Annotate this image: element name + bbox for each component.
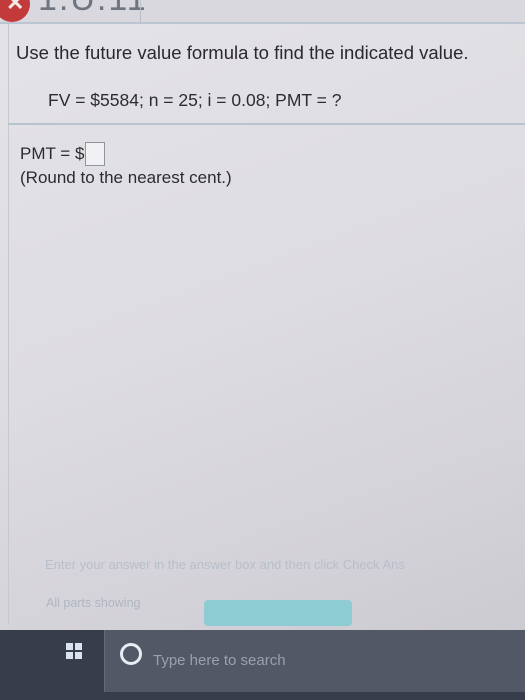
windows-start-icon[interactable] <box>66 643 82 659</box>
answer-hint: Enter your answer in the answer box and … <box>45 557 405 572</box>
question-number: 1.U.11 <box>38 0 148 19</box>
rounding-note: (Round to the nearest cent.) <box>20 168 232 187</box>
left-border <box>8 24 9 624</box>
parts-showing-label: All parts showing <box>46 596 141 610</box>
search-placeholder: Type here to search <box>153 652 286 669</box>
question-formula: FV = $5584; n = 25; i = 0.08; PMT = ? <box>48 90 342 110</box>
x-icon: ✕ <box>6 0 25 15</box>
question-prompt: Use the future value formula to find the… <box>16 42 469 63</box>
header-divider <box>140 0 141 22</box>
cortana-circle-icon <box>120 643 142 665</box>
pmt-label: PMT = $ <box>20 144 85 163</box>
taskbar-search-box[interactable]: Type here to search <box>104 630 525 692</box>
answer-row: PMT = $ <box>20 142 106 166</box>
windows-taskbar: Type here to search <box>0 630 525 700</box>
screen: ✕ 1.U.11 Use the future value formula to… <box>0 0 525 700</box>
pmt-answer-input[interactable] <box>85 142 106 166</box>
question-header: ✕ 1.U.11 <box>0 0 525 24</box>
section-divider <box>8 123 525 125</box>
check-answer-button[interactable] <box>204 600 352 626</box>
